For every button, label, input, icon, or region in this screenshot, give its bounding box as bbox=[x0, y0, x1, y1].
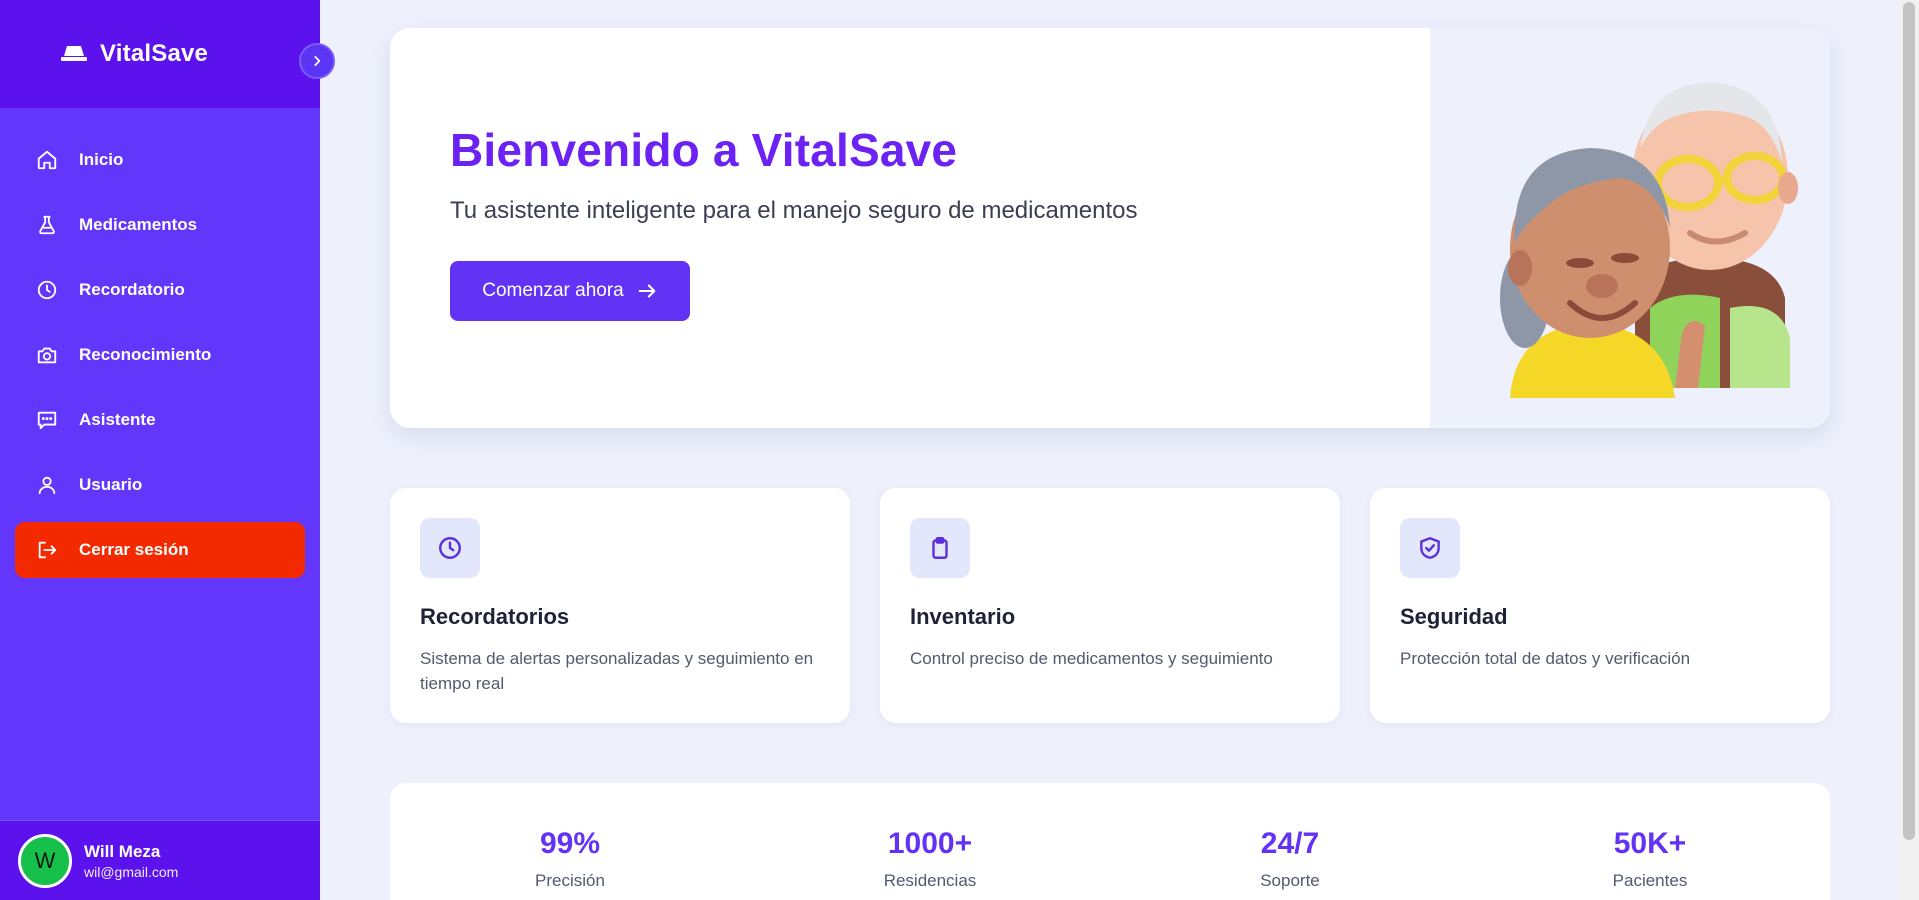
sidebar-item-usuario[interactable]: Usuario bbox=[15, 457, 305, 513]
stat-value: 99% bbox=[539, 827, 601, 860]
start-now-button[interactable]: Comenzar ahora bbox=[450, 261, 690, 321]
camera-icon bbox=[35, 343, 59, 367]
features-section: Recordatorios Sistema de alertas persona… bbox=[390, 488, 1830, 723]
feature-description: Protección total de datos y verificación bbox=[1400, 649, 1691, 668]
brand[interactable]: VitalSave bbox=[0, 0, 320, 108]
clipboard-icon bbox=[910, 518, 970, 578]
clock-icon bbox=[420, 518, 480, 578]
sidebar-item-inicio[interactable]: Inicio bbox=[15, 132, 305, 188]
elderly-couple-illustration bbox=[1430, 28, 1830, 428]
app-name: VitalSave bbox=[100, 40, 209, 67]
user-name: Will Meza bbox=[84, 841, 161, 861]
chat-icon bbox=[35, 408, 59, 432]
feature-description: Control preciso de medicamentos y seguim… bbox=[910, 649, 1273, 668]
flask-icon bbox=[35, 213, 59, 237]
main-content: Bienvenido a VitalSave Tu asistente inte… bbox=[390, 28, 1830, 900]
sidebar-nav: Inicio Medicamentos Recordatorio Reconoc… bbox=[0, 108, 320, 578]
sidebar-item-medicamentos[interactable]: Medicamentos bbox=[15, 197, 305, 253]
shield-check-icon bbox=[1400, 518, 1460, 578]
stat-value: 24/7 bbox=[1260, 827, 1320, 860]
stat-label: Precisión bbox=[535, 871, 605, 890]
hero-card: Bienvenido a VitalSave Tu asistente inte… bbox=[390, 28, 1830, 428]
stat-label: Pacientes bbox=[1612, 871, 1688, 890]
user-icon bbox=[35, 473, 59, 497]
cta-label: Comenzar ahora bbox=[482, 280, 624, 301]
stat-residencias: 1000+ Residencias bbox=[750, 827, 1110, 900]
scrollbar[interactable] bbox=[1899, 0, 1919, 900]
feature-title: Seguridad bbox=[1400, 604, 1508, 629]
stat-precision: 99% Precisión bbox=[390, 827, 750, 900]
sidebar-item-label: Recordatorio bbox=[79, 280, 185, 299]
arrow-right-icon bbox=[636, 280, 658, 302]
logout-button[interactable]: Cerrar sesión bbox=[15, 522, 305, 578]
logo-icon bbox=[60, 44, 88, 64]
sidebar-item-label: Inicio bbox=[79, 150, 124, 169]
user-info: Will Meza wil@gmail.com bbox=[84, 842, 178, 880]
stats-section: 99% Precisión 1000+ Residencias 24/7 Sop… bbox=[390, 783, 1830, 900]
sidebar-item-label: Reconocimiento bbox=[79, 345, 212, 364]
feature-card-recordatorios: Recordatorios Sistema de alertas persona… bbox=[390, 488, 850, 723]
user-profile[interactable]: W Will Meza wil@gmail.com bbox=[0, 820, 320, 900]
feature-title: Recordatorios bbox=[420, 604, 570, 629]
feature-title: Inventario bbox=[910, 604, 1016, 629]
hero-subtitle: Tu asistente inteligente para el manejo … bbox=[450, 197, 1138, 224]
stat-value: 50K+ bbox=[1613, 827, 1687, 860]
hero-text: Bienvenido a VitalSave Tu asistente inte… bbox=[450, 123, 1138, 321]
logout-label: Cerrar sesión bbox=[79, 540, 189, 559]
hero-title: Bienvenido a VitalSave bbox=[450, 124, 958, 176]
sidebar-toggle-button[interactable] bbox=[299, 43, 335, 79]
chevron-right-icon bbox=[310, 54, 324, 68]
stat-pacientes: 50K+ Pacientes bbox=[1470, 827, 1830, 900]
stat-label: Residencias bbox=[883, 871, 977, 890]
sidebar-item-label: Medicamentos bbox=[79, 215, 198, 234]
sidebar: VitalSave Inicio Medicamentos Recordator… bbox=[0, 0, 320, 900]
scrollbar-thumb[interactable] bbox=[1903, 2, 1915, 840]
sidebar-item-reconocimiento[interactable]: Reconocimiento bbox=[15, 327, 305, 383]
avatar: W bbox=[18, 833, 72, 888]
sidebar-item-asistente[interactable]: Asistente bbox=[15, 392, 305, 448]
feature-card-inventario: Inventario Control preciso de medicament… bbox=[880, 488, 1340, 723]
sidebar-item-label: Asistente bbox=[79, 410, 156, 429]
feature-description: Sistema de alertas personalizadas y segu… bbox=[420, 649, 814, 693]
logout-icon bbox=[35, 538, 59, 562]
clock-icon bbox=[35, 278, 59, 302]
feature-card-seguridad: Seguridad Protección total de datos y ve… bbox=[1370, 488, 1830, 723]
sidebar-item-label: Usuario bbox=[79, 475, 143, 494]
sidebar-item-recordatorio[interactable]: Recordatorio bbox=[15, 262, 305, 318]
stat-soporte: 24/7 Soporte bbox=[1110, 827, 1470, 900]
user-email: wil@gmail.com bbox=[84, 863, 179, 880]
home-icon bbox=[35, 148, 59, 172]
stat-value: 1000+ bbox=[887, 827, 973, 860]
stat-label: Soporte bbox=[1260, 871, 1320, 890]
